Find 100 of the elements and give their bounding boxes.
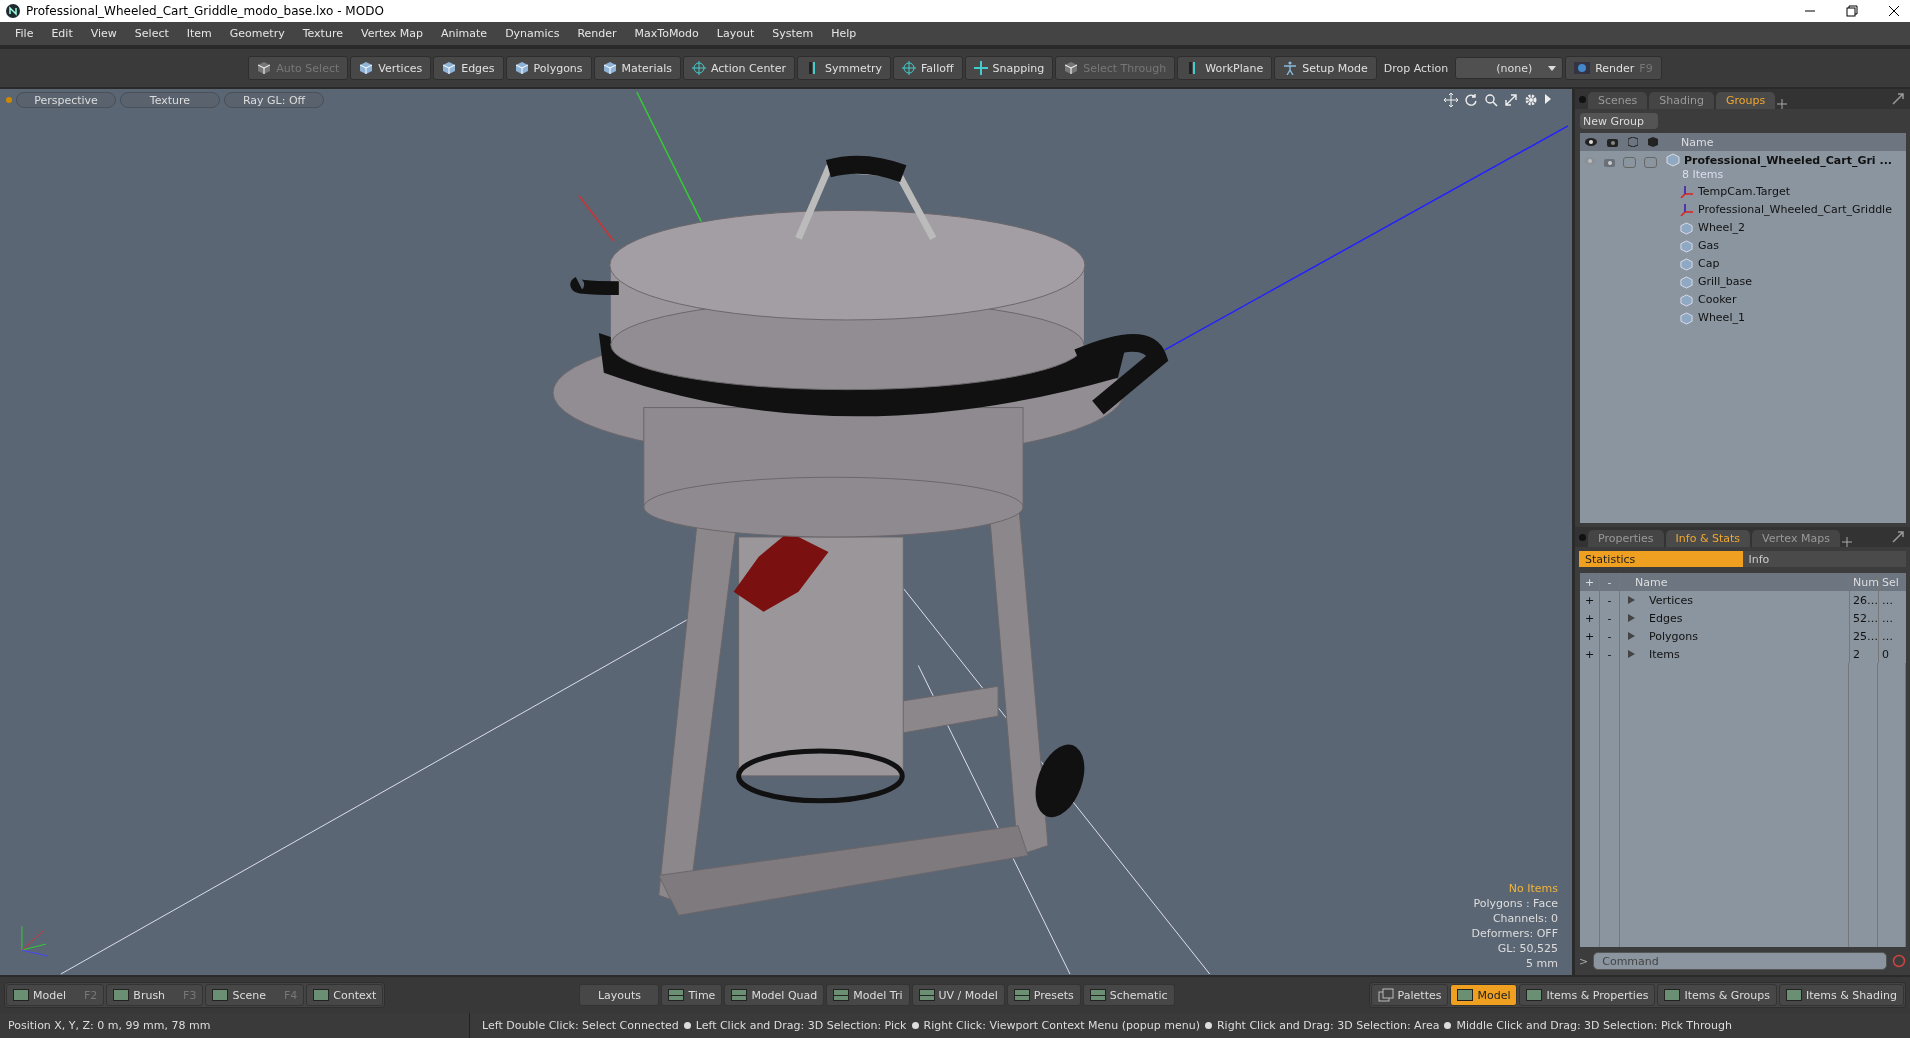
maximize-icon[interactable] <box>1504 93 1518 107</box>
tree-item[interactable]: Cooker <box>1698 291 1737 309</box>
layout-tab-button[interactable]: Context <box>306 984 384 1006</box>
camera-icon[interactable] <box>1604 157 1615 167</box>
menu-item[interactable]: Render <box>568 27 626 40</box>
menu-item[interactable]: Geometry <box>220 27 294 40</box>
viewport-option-button[interactable]: Texture <box>120 92 220 108</box>
layouts-button[interactable]: Layouts <box>579 984 660 1006</box>
mesh-icon <box>1680 293 1693 307</box>
panel-tab[interactable]: Groups <box>1715 92 1776 109</box>
tree-item[interactable]: Gas <box>1698 237 1719 255</box>
toolbar-button[interactable]: Falloff <box>893 56 963 80</box>
table-cell: 25… <box>1850 627 1879 645</box>
column-header: Num <box>1850 573 1879 591</box>
menu-item[interactable]: Vertex Map <box>351 27 433 40</box>
tree-item[interactable]: TempCam.Target <box>1698 183 1790 201</box>
expand-arrow-icon[interactable] <box>1628 596 1635 604</box>
layout-tab-button[interactable]: Model Tri <box>826 984 910 1006</box>
menu-item[interactable]: View <box>81 27 126 40</box>
column-header: + <box>1580 573 1600 591</box>
expand-arrow-icon[interactable] <box>1628 650 1635 658</box>
layout-tab-button[interactable]: UV / Model <box>911 984 1005 1006</box>
tree-item[interactable]: Wheel_1 <box>1698 309 1745 327</box>
close-icon[interactable] <box>1888 5 1900 17</box>
menu-item[interactable]: Animate <box>432 27 497 40</box>
toolbar-button[interactable]: Snapping <box>964 56 1054 80</box>
panel-tab[interactable]: Info & Stats <box>1665 530 1751 547</box>
settings-icon[interactable] <box>1524 93 1538 107</box>
layout-tab-button[interactable]: Time <box>661 984 723 1006</box>
menu-item[interactable]: MaxToModo <box>625 27 708 40</box>
remove-button[interactable]: - <box>1600 645 1620 663</box>
toolbar-button[interactable]: Action Center <box>683 56 795 80</box>
layout-tab-button[interactable]: Presets <box>1006 984 1081 1006</box>
expand-arrow-icon[interactable] <box>1628 614 1635 622</box>
play-icon[interactable] <box>1544 93 1552 105</box>
tree-item[interactable]: Professional_Wheeled_Cart_Gri ... <box>1684 153 1892 167</box>
add-tab-icon[interactable] <box>1841 537 1852 547</box>
menu-item[interactable]: Item <box>177 27 221 40</box>
toolbar-button[interactable]: Materials <box>593 56 681 80</box>
viewport-option-button[interactable]: Perspective <box>16 92 116 108</box>
item-count: 8 Items <box>1682 167 1725 183</box>
menu-item[interactable]: Select <box>125 27 178 40</box>
expand-icon[interactable] <box>1892 531 1904 543</box>
toolbar-button[interactable]: Polygons <box>505 56 592 80</box>
remove-button[interactable]: - <box>1600 591 1620 609</box>
layout-tab-button[interactable]: Model <box>1450 984 1518 1006</box>
drop-action-dropdown[interactable]: (none) <box>1455 57 1564 79</box>
move-icon[interactable] <box>1444 93 1458 107</box>
table-cell: 2 <box>1850 645 1879 663</box>
target-icon <box>692 61 706 75</box>
toolbar-button[interactable]: Vertices <box>350 56 432 80</box>
palettes-button[interactable]: Palettes <box>1370 984 1449 1006</box>
new-group-button[interactable]: New Group <box>1580 113 1658 129</box>
toolbar-button[interactable]: WorkPlane <box>1177 56 1273 80</box>
record-icon[interactable] <box>1892 954 1906 968</box>
tree-item[interactable]: Professional_Wheeled_Cart_Griddle <box>1698 201 1892 219</box>
subtab[interactable]: Info <box>1742 551 1906 567</box>
viewport-info-text: Channels: 0 <box>1492 911 1558 926</box>
menu-item[interactable]: File <box>6 27 43 40</box>
viewport-option-button[interactable]: Ray GL: Off <box>224 92 324 108</box>
expand-arrow-icon[interactable] <box>1628 632 1635 640</box>
restore-icon[interactable] <box>1846 5 1858 17</box>
toolbar-button[interactable]: Symmetry <box>796 56 891 80</box>
tree-item[interactable]: Grill_base <box>1698 273 1752 291</box>
layout-tab-button[interactable]: Schematic <box>1082 984 1175 1006</box>
toolbar-button[interactable]: Edges <box>433 56 504 80</box>
command-field[interactable]: Command <box>1593 952 1887 970</box>
menu-item[interactable]: Help <box>822 27 866 40</box>
expand-icon[interactable] <box>1892 93 1904 105</box>
app-logo-icon <box>6 4 20 18</box>
toggle-checkbox[interactable] <box>1623 157 1636 168</box>
menu-item[interactable]: Layout <box>707 27 764 40</box>
3d-viewport[interactable]: Perspective Texture Ray GL: Off No Items Polygons : Face Channels: 0 Deformers: OFF GL: 50,525 5 mm <box>0 89 1572 975</box>
add-tab-icon[interactable] <box>1777 99 1788 109</box>
menu-item[interactable]: Texture <box>293 27 352 40</box>
menu-item[interactable]: Dynamics <box>496 27 569 40</box>
add-button[interactable]: + <box>1580 627 1600 645</box>
layout-tab-button[interactable]: Model Quad <box>724 984 825 1006</box>
layout-tab-button[interactable]: Items & Properties <box>1519 984 1656 1006</box>
layout-tab-button[interactable]: Items & Groups <box>1657 984 1777 1006</box>
toolbar-button[interactable]: Setup Mode <box>1274 56 1377 80</box>
remove-button[interactable]: - <box>1600 627 1620 645</box>
dot-icon[interactable] <box>1579 533 1586 541</box>
tree-item[interactable]: Wheel_2 <box>1698 219 1745 237</box>
add-button[interactable]: + <box>1580 591 1600 609</box>
column-header: - <box>1600 573 1620 591</box>
mesh-icon <box>1680 257 1693 271</box>
subtab[interactable]: Statistics <box>1579 551 1743 567</box>
zoom-icon[interactable] <box>1484 93 1498 107</box>
dot-icon[interactable] <box>1579 95 1586 103</box>
menu-item[interactable]: Edit <box>42 27 82 40</box>
toggle-checkbox[interactable] <box>1644 157 1657 168</box>
add-button[interactable]: + <box>1580 609 1600 627</box>
menu-item[interactable]: System <box>763 27 823 40</box>
add-button[interactable]: + <box>1580 645 1600 663</box>
remove-button[interactable]: - <box>1600 609 1620 627</box>
layout-tab-button[interactable]: Items & Shading <box>1778 984 1904 1006</box>
rotate-icon[interactable] <box>1464 93 1478 107</box>
tree-item[interactable]: Cap <box>1698 255 1720 273</box>
viewport-info-text: Deformers: OFF <box>1471 926 1558 941</box>
